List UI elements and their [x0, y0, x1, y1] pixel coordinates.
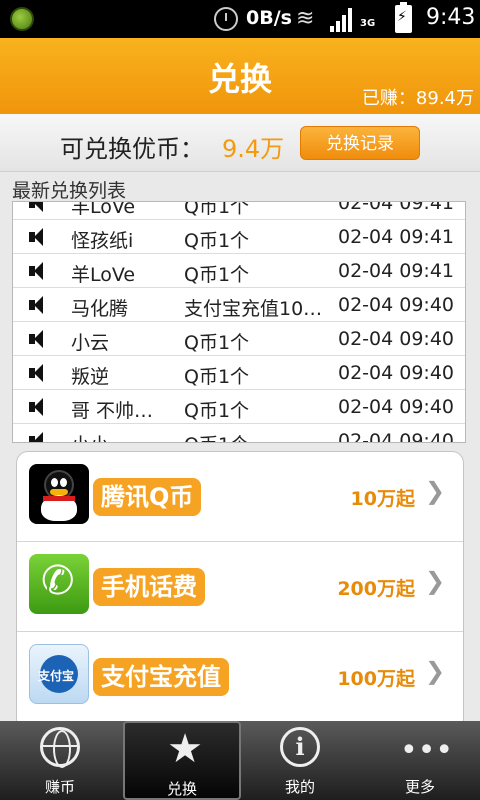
- feed-user: 羊LoVe: [71, 264, 136, 286]
- feed-user: 叛逆: [71, 366, 110, 388]
- globe-icon: [40, 727, 80, 768]
- speaker-icon: [29, 364, 47, 382]
- balance-label: 可兑换优币：: [60, 135, 204, 163]
- network-type: 3G: [360, 18, 376, 29]
- battery-charging-icon: [395, 2, 412, 33]
- list-item: 怪孩纸i Q币1个 02-04 09:41: [13, 220, 465, 254]
- feed-user: 马化腾: [71, 298, 129, 320]
- feed-item: Q币1个: [184, 230, 250, 252]
- exchange-record-button[interactable]: 兑换记录: [300, 126, 420, 160]
- feed-time: 02-04 09:41: [338, 260, 455, 282]
- exchange-feed-list[interactable]: 羊LoVe Q币1个 02-04 09:41 怪孩纸i Q币1个 02-04 0…: [12, 201, 466, 443]
- exchange-options-card: 腾讯Q币 10万起 手机话费 200万起 支付宝充值 100万起: [16, 451, 464, 741]
- list-item: 小云 Q币1个 02-04 09:40: [13, 322, 465, 356]
- alipay-icon: [29, 644, 89, 704]
- option-name: 手机话费: [93, 568, 205, 606]
- speaker-icon: [29, 262, 47, 280]
- feed-title: 最新兑换列表: [12, 180, 127, 202]
- option-price: 100万起: [337, 668, 415, 690]
- feed-item: Q币1个: [184, 366, 250, 388]
- option-phone-credit[interactable]: 手机话费 200万起: [17, 542, 463, 632]
- feed-time: 02-04 09:41: [338, 226, 455, 248]
- star-icon: [165, 729, 205, 769]
- tab-exchange[interactable]: 兑换: [123, 721, 241, 800]
- feed-user: 小云: [71, 332, 110, 354]
- app-notification-icon: [10, 7, 34, 31]
- tab-mine[interactable]: 我的: [240, 721, 360, 800]
- list-item: 羊LoVe Q币1个 02-04 09:41: [13, 254, 465, 288]
- net-speed: 0B/s: [246, 7, 292, 29]
- phone-icon: [29, 554, 89, 614]
- info-icon: [280, 727, 320, 767]
- balance-summary: 可兑换优币： 9.4万 兑换记录: [0, 114, 480, 172]
- feed-user: 羊LoVe: [71, 201, 136, 218]
- more-icon: [400, 727, 440, 767]
- tab-more[interactable]: 更多: [360, 721, 480, 800]
- option-name: 支付宝充值: [93, 658, 229, 696]
- tab-label: 我的: [284, 778, 315, 796]
- wifi-icon: ≋: [296, 6, 315, 31]
- option-price: 200万起: [337, 578, 415, 600]
- feed-time: 02-04 09:40: [338, 430, 455, 443]
- feed-item: Q币1个: [184, 201, 250, 218]
- speaker-icon: [29, 296, 47, 314]
- list-item: 马化腾 支付宝充值10… 02-04 09:40: [13, 288, 465, 322]
- signal-icon: [330, 8, 356, 32]
- bottom-tab-bar: 赚币 兑换 我的 更多: [0, 721, 480, 800]
- tab-earn[interactable]: 赚币: [0, 721, 120, 800]
- tab-label: 更多: [404, 778, 435, 796]
- speaker-icon: [29, 202, 47, 212]
- speaker-icon: [29, 330, 47, 348]
- speaker-icon: [29, 398, 47, 416]
- feed-user: 小小: [71, 430, 183, 442]
- status-bar: 0B/s ≋ 3G 9:43: [0, 0, 480, 38]
- alarm-icon: [214, 7, 238, 31]
- option-name: 腾讯Q币: [93, 478, 202, 516]
- option-alipay[interactable]: 支付宝充值 100万起: [17, 632, 463, 722]
- chevron-right-icon: [425, 477, 445, 505]
- feed-item: Q币1个: [184, 264, 250, 286]
- speaker-icon: [29, 228, 47, 246]
- status-clock: 9:43: [426, 5, 476, 30]
- feed-time: 02-04 09:40: [338, 362, 455, 384]
- feed-item: Q币1个: [184, 400, 250, 422]
- feed-time: 02-04 09:40: [338, 294, 455, 316]
- feed-time: 02-04 09:40: [338, 396, 455, 418]
- earned-total: 已赚：89.4万: [361, 88, 474, 109]
- feed-item: Q币1个: [184, 430, 334, 442]
- tab-label: 兑换: [166, 780, 197, 798]
- feed-user: 怪孩纸i: [71, 230, 134, 252]
- chevron-right-icon: [425, 567, 445, 595]
- option-price: 10万起: [350, 488, 415, 510]
- qq-penguin-icon: [29, 464, 89, 524]
- feed-time: 02-04 09:41: [338, 201, 455, 214]
- feed-user: 哥 不帅…: [71, 400, 154, 422]
- feed-item: 支付宝充值10…: [184, 298, 323, 320]
- chevron-right-icon: [425, 657, 445, 685]
- tab-label: 赚币: [44, 778, 75, 796]
- feed-time: 02-04 09:40: [338, 328, 455, 350]
- option-qq-coin[interactable]: 腾讯Q币 10万起: [17, 452, 463, 542]
- app-header: 兑换 已赚：89.4万: [0, 38, 480, 114]
- balance-value: 9.4万: [222, 135, 285, 163]
- feed-item: Q币1个: [184, 332, 250, 354]
- list-item: 叛逆 Q币1个 02-04 09:40: [13, 356, 465, 390]
- list-item: 羊LoVe Q币1个 02-04 09:41: [13, 201, 465, 220]
- speaker-icon: [29, 432, 47, 442]
- list-item: 小小 Q币1个 02-04 09:40: [13, 424, 465, 443]
- list-item: 哥 不帅… Q币1个 02-04 09:40: [13, 390, 465, 424]
